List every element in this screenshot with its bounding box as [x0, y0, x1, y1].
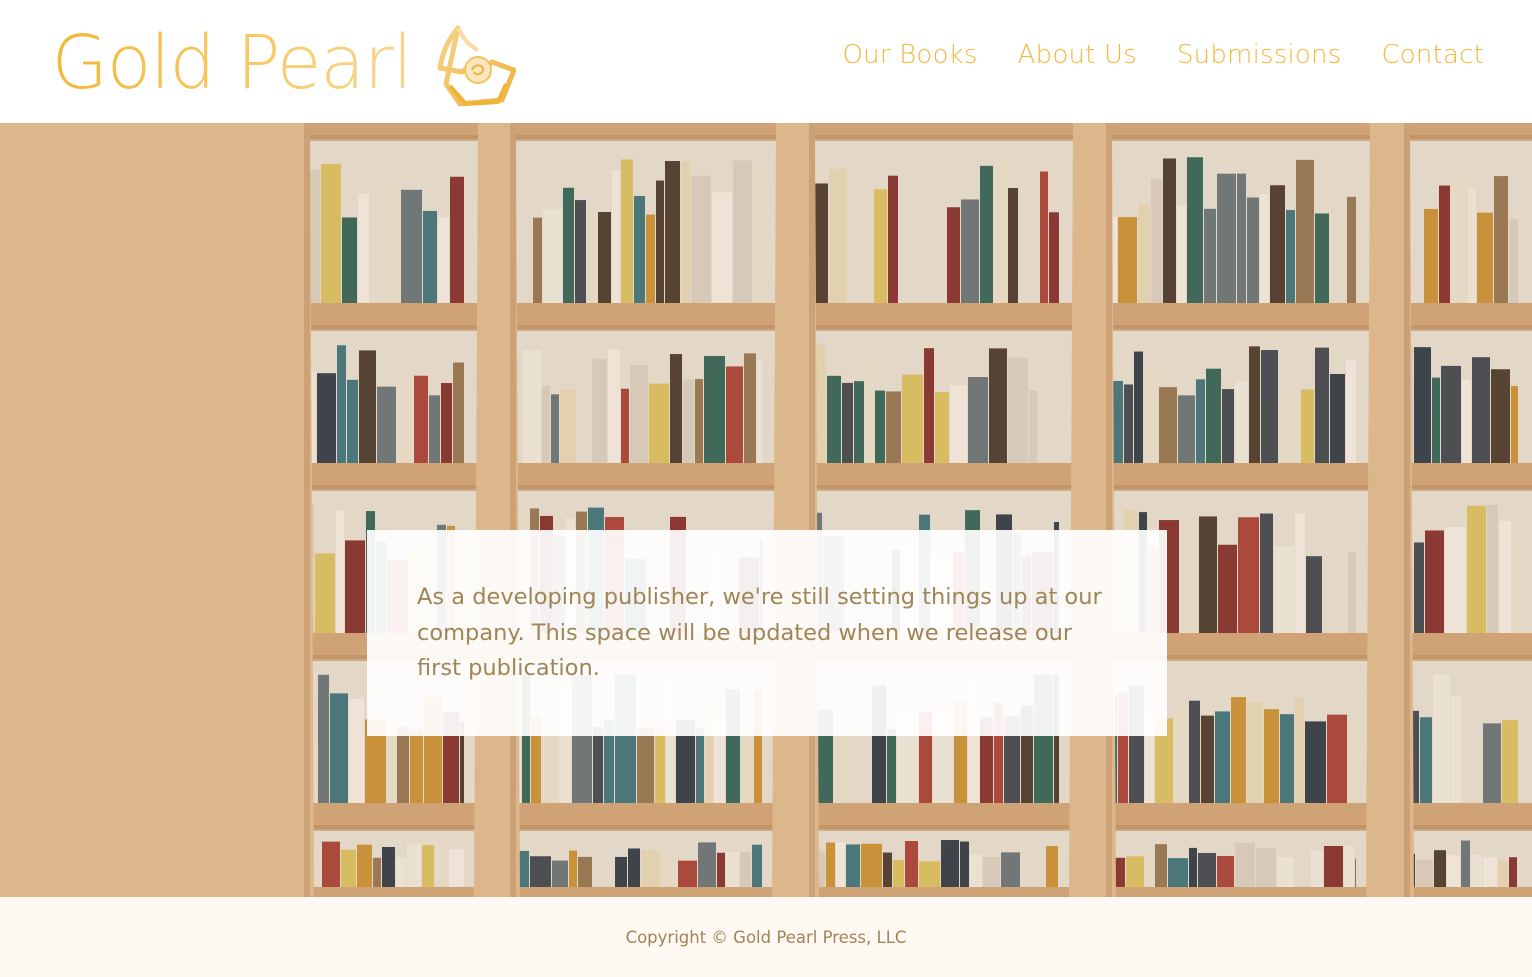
nav-submissions[interactable]: Submissions	[1177, 40, 1341, 70]
main-nav: Our Books About Us Submissions Contact	[843, 40, 1485, 70]
bookshelf-photo	[0, 123, 1532, 897]
brand-logo[interactable]: Gold Pearl	[48, 18, 516, 108]
notice-text: As a developing publisher, we're still s…	[417, 584, 1102, 681]
nav-contact[interactable]: Contact	[1381, 40, 1484, 70]
site-header: Gold Pearl Our Books About Us Submission…	[0, 0, 1532, 123]
notice-box: As a developing publisher, we're still s…	[367, 530, 1167, 736]
nav-about-us[interactable]: About Us	[1018, 40, 1137, 70]
brand-name: Gold Pearl	[51, 20, 413, 106]
nav-our-books[interactable]: Our Books	[843, 40, 978, 70]
site-footer: Copyright © Gold Pearl Press, LLC	[0, 897, 1532, 977]
copyright-text: Copyright © Gold Pearl Press, LLC	[625, 927, 907, 947]
pearl-crown-icon	[437, 25, 516, 107]
hero-banner: As a developing publisher, we're still s…	[0, 123, 1532, 897]
